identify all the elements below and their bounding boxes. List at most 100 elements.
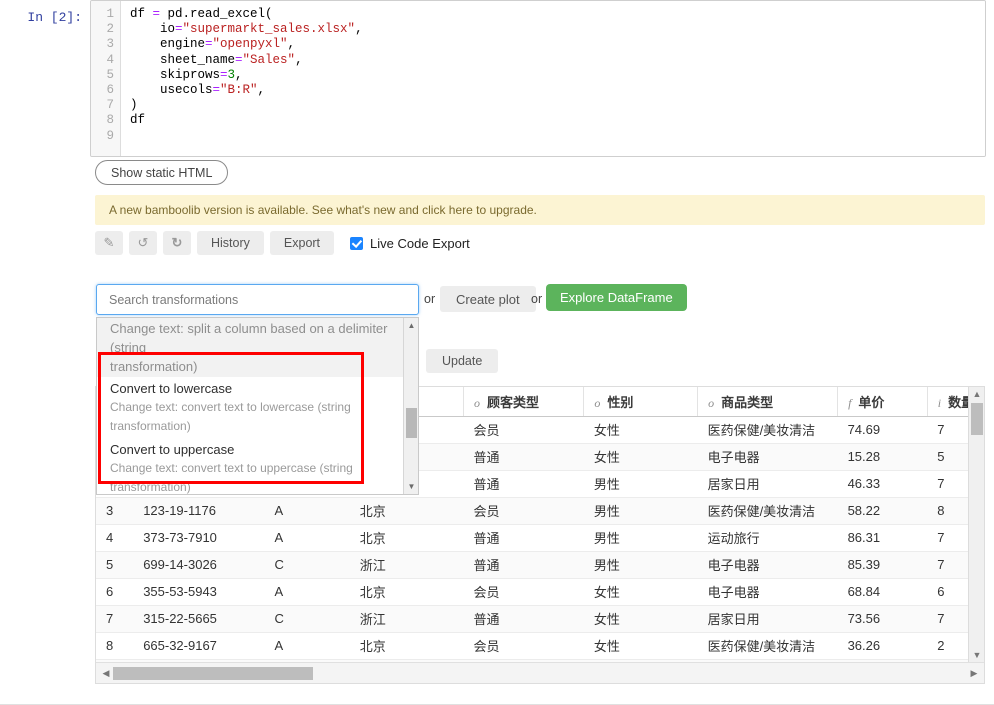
line-number: 5 bbox=[106, 67, 114, 82]
column-label: 顾客类型 bbox=[487, 394, 540, 410]
option-title-cont: transformation) bbox=[110, 359, 198, 374]
code-token: , bbox=[355, 22, 363, 37]
update-button[interactable]: Update bbox=[426, 349, 499, 373]
table-vertical-scrollbar[interactable]: ▲ ▼ bbox=[968, 387, 984, 662]
undo-icon[interactable]: ↺ bbox=[129, 231, 157, 255]
redo-icon[interactable]: ↻ bbox=[163, 231, 191, 255]
explore-dataframe-button[interactable]: Explore DataFrame bbox=[546, 284, 687, 311]
table-row[interactable]: 3 123-19-1176 A 北京 会员 男性 医药保健/美妆清洁 58.22… bbox=[96, 497, 984, 525]
row-index: 4 bbox=[96, 524, 134, 552]
code-line: df bbox=[130, 113, 146, 128]
cell-unit-price: 86.31 bbox=[837, 524, 928, 552]
cell-invoice: 355-53-5943 bbox=[133, 578, 265, 606]
table-row[interactable]: 7 315-22-5665 C 浙江 普通 女性 居家日用 73.56 7 bbox=[96, 605, 984, 633]
create-plot-button[interactable]: Create plot bbox=[440, 286, 536, 312]
triangle-up-icon[interactable]: ▲ bbox=[404, 318, 418, 333]
cell-product-type: 电子电器 bbox=[697, 551, 838, 579]
row-index: 3 bbox=[96, 497, 134, 525]
dropdown-options: Change text: split a column based on a d… bbox=[97, 318, 405, 494]
history-button[interactable]: History bbox=[197, 231, 264, 255]
banner-text: A new bamboolib version is available. Se… bbox=[109, 203, 537, 217]
cell-product-type: 运动旅行 bbox=[697, 524, 838, 552]
cell-branch: C bbox=[264, 605, 350, 633]
triangle-down-icon[interactable]: ▼ bbox=[404, 479, 418, 494]
triangle-left-icon[interactable]: ◀ bbox=[99, 666, 113, 680]
cell-gender: 女性 bbox=[583, 416, 698, 444]
cell-gender: 男性 bbox=[583, 524, 698, 552]
table-row[interactable]: 6 355-53-5943 A 北京 会员 女性 电子电器 68.84 6 bbox=[96, 578, 984, 606]
vertical-scroll-thumb[interactable] bbox=[971, 403, 983, 435]
cell-province: 北京 bbox=[349, 497, 464, 525]
table-row[interactable]: 5 699-14-3026 C 浙江 普通 男性 电子电器 85.39 7 bbox=[96, 551, 984, 579]
dropdown-option-split-column[interactable]: Change text: split a column based on a d… bbox=[97, 318, 405, 377]
cell-gender: 男性 bbox=[583, 497, 698, 525]
code-line: io="supermarkt_sales.xlsx", bbox=[130, 22, 985, 37]
dropdown-scrollbar[interactable]: ▲ ▼ bbox=[403, 318, 418, 494]
line-number: 3 bbox=[106, 37, 114, 52]
dtype-badge: f bbox=[848, 395, 852, 410]
horizontal-scroll-thumb[interactable] bbox=[113, 667, 313, 680]
transformations-dropdown[interactable]: Change text: split a column based on a d… bbox=[96, 317, 419, 495]
code-token-number: 3 bbox=[227, 67, 236, 82]
cell-product-type: 医药保健/美妆清洁 bbox=[697, 416, 838, 444]
cell-unit-price: 85.39 bbox=[837, 551, 928, 579]
option-title: Change text: split a column based on a d… bbox=[110, 321, 388, 355]
table-row[interactable]: 8 665-32-9167 A 北京 会员 女性 医药保健/美妆清洁 36.26… bbox=[96, 632, 984, 660]
column-header-product-type[interactable]: o 商品类型 bbox=[697, 387, 839, 417]
column-label: 商品类型 bbox=[721, 394, 774, 410]
cell-customer-type: 普通 bbox=[463, 605, 584, 633]
option-description-cont: transformation) bbox=[110, 480, 191, 494]
code-line: skiprows=3, bbox=[130, 68, 985, 83]
dtype-badge: i bbox=[937, 395, 942, 410]
column-header-customer-type[interactable]: o 顾客类型 bbox=[463, 387, 585, 417]
code-token-operator: = bbox=[152, 7, 161, 21]
dropdown-option-convert-uppercase[interactable]: Convert to uppercase Change text: conver… bbox=[97, 438, 405, 494]
triangle-up-icon[interactable]: ▲ bbox=[969, 387, 984, 401]
code-token: , bbox=[257, 83, 266, 98]
cell-province: 北京 bbox=[349, 578, 464, 606]
code-text[interactable]: df = pd.read_excel( io="supermarkt_sales… bbox=[121, 1, 985, 156]
code-token: skiprows bbox=[130, 67, 221, 82]
table-row[interactable]: 4 373-73-7910 A 北京 普通 男性 运动旅行 86.31 7 bbox=[96, 524, 984, 552]
cell-invoice: 665-32-9167 bbox=[133, 632, 265, 660]
dtype-badge: o bbox=[474, 395, 480, 410]
table-horizontal-scrollbar[interactable]: ◀ ▶ bbox=[96, 662, 984, 683]
show-static-html-button[interactable]: Show static HTML bbox=[95, 160, 229, 185]
cell-unit-price: 46.33 bbox=[837, 470, 928, 498]
bamboolib-toolbar: ✎ ↺ ↻ History Export Live Code Export bbox=[95, 231, 470, 255]
code-token-string: "B:R" bbox=[220, 83, 258, 98]
bamboolib-update-banner[interactable]: A new bamboolib version is available. Se… bbox=[95, 195, 985, 225]
cell-product-type: 医药保健/美妆清洁 bbox=[697, 497, 838, 525]
pencil-icon[interactable]: ✎ bbox=[95, 231, 123, 255]
cell-unit-price: 58.22 bbox=[837, 497, 928, 525]
triangle-down-icon[interactable]: ▼ bbox=[969, 648, 984, 662]
dropdown-option-convert-lowercase[interactable]: Convert to lowercase Change text: conver… bbox=[97, 377, 405, 438]
line-number: 1 bbox=[106, 7, 114, 21]
cell-unit-price: 36.26 bbox=[837, 632, 928, 660]
search-input[interactable] bbox=[107, 291, 418, 308]
code-line: usecols="B:R", bbox=[130, 83, 985, 98]
cell-product-type: 医药保健/美妆清洁 bbox=[697, 632, 838, 660]
cell-province: 浙江 bbox=[349, 605, 464, 633]
live-code-export-toggle[interactable]: Live Code Export bbox=[350, 236, 470, 251]
export-button[interactable]: Export bbox=[269, 231, 335, 255]
column-label: 性别 bbox=[607, 394, 634, 410]
search-transformations-box[interactable] bbox=[96, 284, 419, 315]
code-line: df = pd.read_excel( bbox=[130, 7, 985, 22]
notebook-code-cell: In [2]: 1 2 3 4 5 6 7 8 9 df = pd.read_e… bbox=[0, 0, 994, 160]
triangle-right-icon[interactable]: ▶ bbox=[967, 666, 981, 680]
page-root: In [2]: 1 2 3 4 5 6 7 8 9 df = pd.read_e… bbox=[0, 0, 994, 705]
code-token-string: "Sales" bbox=[242, 52, 296, 67]
code-editor[interactable]: 1 2 3 4 5 6 7 8 9 df = pd.read_excel( io… bbox=[90, 0, 986, 157]
dropdown-scroll-thumb[interactable] bbox=[406, 408, 417, 438]
cell-invoice: 123-19-1176 bbox=[133, 497, 265, 525]
row-index: 7 bbox=[96, 605, 134, 633]
column-header-unit-price[interactable]: f 单价 bbox=[837, 387, 928, 417]
column-header-gender[interactable]: o 性别 bbox=[583, 387, 699, 417]
cell-branch: A bbox=[264, 632, 350, 660]
code-token: engine bbox=[130, 37, 206, 52]
option-description-cont: transformation) bbox=[110, 419, 191, 433]
cell-branch: A bbox=[264, 497, 350, 525]
checkbox-checked-icon[interactable] bbox=[350, 236, 364, 250]
cell-prompt-label: In [2]: bbox=[27, 10, 82, 25]
